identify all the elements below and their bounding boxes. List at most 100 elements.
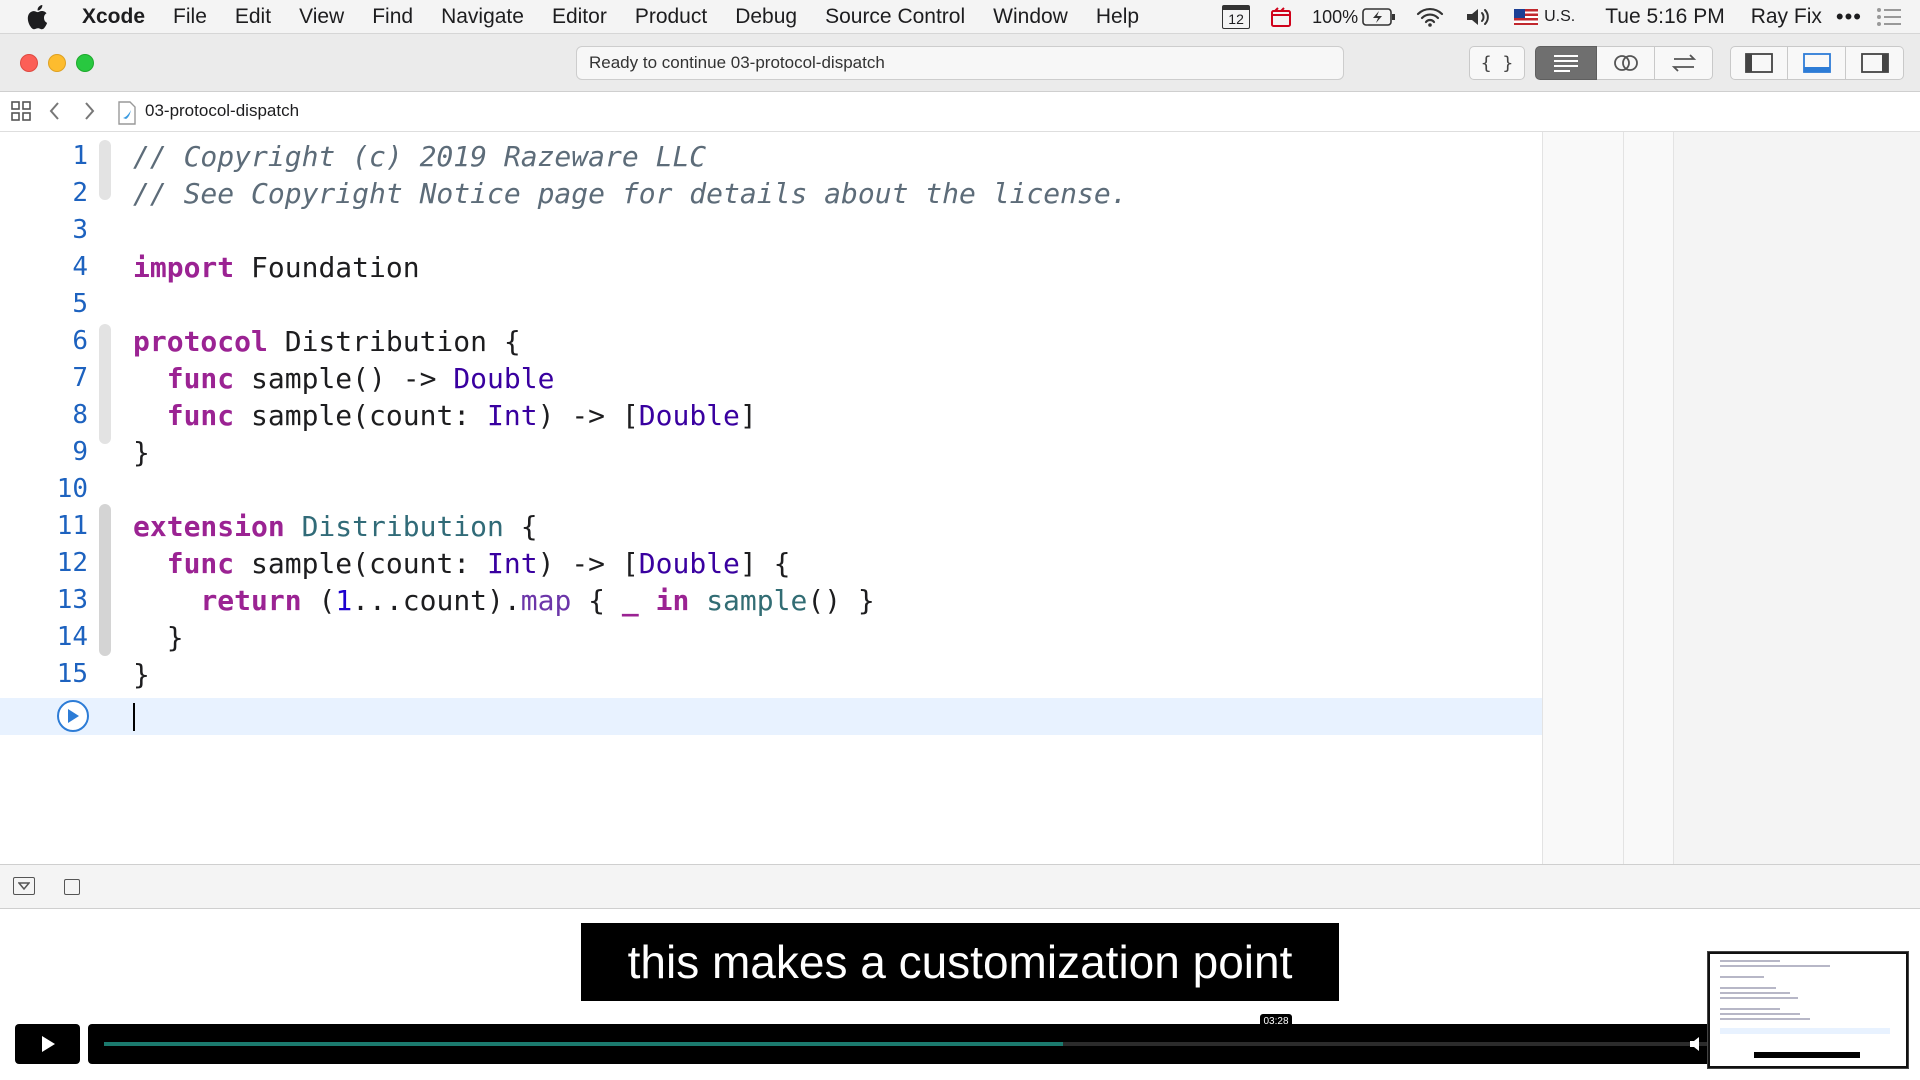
menu-source-control[interactable]: Source Control: [825, 5, 965, 29]
video-play-button[interactable]: [15, 1024, 80, 1064]
line-number[interactable]: 13: [30, 582, 88, 619]
library-button[interactable]: { }: [1469, 46, 1525, 80]
calendar-icon[interactable]: 12: [1222, 5, 1251, 29]
code-line[interactable]: func sample(count: Int) -> [Double]: [133, 397, 757, 434]
line-number[interactable]: 4: [30, 249, 88, 286]
code-line[interactable]: func sample() -> Double: [133, 360, 555, 397]
code-token: Int: [487, 399, 538, 432]
window-zoom-button[interactable]: [76, 54, 94, 72]
hide-debug-area-icon[interactable]: [13, 877, 35, 895]
back-chevron-icon[interactable]: [48, 100, 62, 122]
code-token: }: [133, 658, 150, 691]
code-token: import: [133, 251, 235, 284]
menu-view[interactable]: View: [299, 5, 344, 29]
code-line[interactable]: import Foundation: [133, 249, 420, 286]
assistant-editor-button[interactable]: [1597, 46, 1655, 80]
left-panel-icon: [1745, 53, 1773, 73]
code-line[interactable]: func sample(count: Int) -> [Double] {: [133, 545, 791, 582]
version-editor-button[interactable]: [1655, 46, 1713, 80]
source-editor[interactable]: 1 2 3 4 5 6 7 8 9 10 11 12 13 14 15 // Copyright (c) 2…: [0, 132, 1920, 864]
standard-editor-button[interactable]: [1535, 46, 1597, 80]
wifi-icon[interactable]: [1416, 6, 1444, 28]
code-token: ) -> [: [537, 547, 639, 580]
line-number[interactable]: 10: [30, 471, 88, 508]
volume-icon[interactable]: [1464, 6, 1494, 28]
line-number[interactable]: 9: [30, 434, 88, 471]
screen-recorder-icon[interactable]: [1270, 6, 1292, 28]
code-token: sample(count:: [234, 547, 488, 580]
line-number[interactable]: 15: [30, 656, 88, 693]
braces-icon: { }: [1480, 52, 1514, 74]
menu-file[interactable]: File: [173, 5, 207, 29]
code-token: 1: [335, 584, 353, 617]
debug-area-toggle-button[interactable]: [1788, 46, 1846, 80]
apple-menu-icon[interactable]: [26, 1, 58, 33]
user-name[interactable]: Ray Fix: [1751, 5, 1822, 29]
code-fold-ribbon[interactable]: [99, 504, 111, 656]
activity-viewer: Ready to continue 03-protocol-dispatch: [576, 46, 1344, 80]
menu-window[interactable]: Window: [993, 5, 1068, 29]
menu-navigate[interactable]: Navigate: [441, 5, 524, 29]
code-line[interactable]: }: [133, 619, 184, 656]
stop-icon[interactable]: [64, 879, 80, 895]
code-line[interactable]: protocol Distribution {: [133, 323, 521, 360]
inspector-toggle-button[interactable]: [1846, 46, 1904, 80]
battery-charging-icon[interactable]: [1362, 8, 1396, 26]
code-line[interactable]: }: [133, 656, 150, 693]
menu-product[interactable]: Product: [635, 5, 707, 29]
code-token: func: [166, 547, 235, 580]
menu-app-xcode[interactable]: Xcode: [82, 5, 145, 29]
video-progress-fill: [104, 1042, 1063, 1046]
line-number[interactable]: 11: [30, 508, 88, 545]
window-close-button[interactable]: [20, 54, 38, 72]
code-line[interactable]: // See Copyright Notice page for details…: [133, 175, 1128, 212]
line-number[interactable]: 1: [30, 138, 88, 175]
code-token: // Copyright (c) 2019 Razeware LLC: [133, 140, 707, 173]
code-token: extension: [133, 510, 285, 543]
forward-chevron-icon[interactable]: [82, 100, 96, 122]
code-fold-ribbon[interactable]: [99, 324, 111, 444]
input-source[interactable]: U.S.: [1514, 8, 1575, 26]
related-items-icon[interactable]: [10, 100, 32, 122]
more-icon[interactable]: •••: [1836, 4, 1862, 30]
line-number[interactable]: 12: [30, 545, 88, 582]
line-number[interactable]: 2: [30, 175, 88, 212]
code-line[interactable]: }: [133, 434, 150, 471]
menu-find[interactable]: Find: [372, 5, 413, 29]
menu-edit[interactable]: Edit: [235, 5, 271, 29]
code-line[interactable]: return (1...count).map { _ in sample() }: [133, 582, 874, 619]
line-number[interactable]: 14: [30, 619, 88, 656]
clock[interactable]: Tue 5:16 PM: [1605, 5, 1724, 29]
code-token: }: [133, 621, 184, 654]
line-number[interactable]: 7: [30, 360, 88, 397]
bottom-panel-icon: [1802, 53, 1831, 73]
code-line[interactable]: // Copyright (c) 2019 Razeware LLC: [133, 138, 706, 175]
video-scrub-bar[interactable]: [88, 1024, 1908, 1064]
code-token: (: [301, 584, 336, 617]
results-sidebar-column: [1673, 132, 1920, 864]
video-subtitle: this makes a customization point: [581, 923, 1339, 1001]
notification-center-icon[interactable]: [1876, 7, 1902, 27]
code-line[interactable]: extension Distribution {: [133, 508, 538, 545]
code-token: ) -> [: [537, 399, 639, 432]
line-number[interactable]: 3: [30, 212, 88, 249]
menu-debug[interactable]: Debug: [735, 5, 797, 29]
run-playground-button[interactable]: [57, 700, 89, 732]
menu-editor[interactable]: Editor: [552, 5, 607, 29]
standard-editor-icon: [1554, 55, 1578, 72]
code-token: Distribution {: [267, 325, 521, 358]
video-volume-icon[interactable]: [1688, 1034, 1708, 1059]
code-fold-ribbon[interactable]: [99, 140, 111, 200]
debug-bar: [0, 864, 1920, 909]
jump-bar-file-name[interactable]: 03-protocol-dispatch: [145, 101, 299, 121]
menu-help[interactable]: Help: [1096, 5, 1139, 29]
code-token: }: [133, 436, 150, 469]
window-minimize-button[interactable]: [48, 54, 66, 72]
line-number[interactable]: 6: [30, 323, 88, 360]
battery-percent[interactable]: 100%: [1312, 7, 1358, 28]
right-panel-icon: [1860, 53, 1889, 73]
navigator-toggle-button[interactable]: [1730, 46, 1788, 80]
video-progress-track[interactable]: [104, 1042, 1804, 1046]
line-number[interactable]: 5: [30, 286, 88, 323]
line-number[interactable]: 8: [30, 397, 88, 434]
